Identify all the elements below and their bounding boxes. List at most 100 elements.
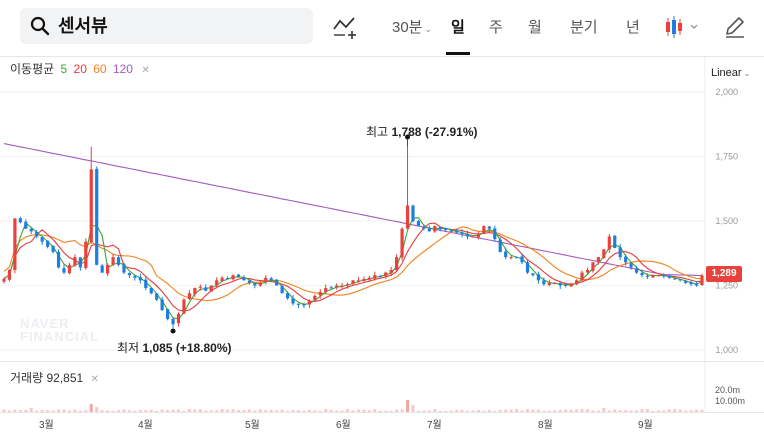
candle-body <box>144 279 148 289</box>
candle-body <box>160 299 164 311</box>
candle-body <box>116 257 121 265</box>
candle-body <box>662 275 666 277</box>
price-chart[interactable]: 2,000 1,750 1,500 1,250 1,000 <box>0 57 764 413</box>
candle-body <box>700 275 704 286</box>
candle-body <box>509 257 513 259</box>
low-value: 1,085 <box>142 341 173 355</box>
candle-body <box>46 240 50 247</box>
candle-body <box>106 264 110 274</box>
candle-body <box>547 282 551 286</box>
candle-body <box>204 287 208 291</box>
candle-body <box>231 275 235 280</box>
candle-body <box>253 283 257 286</box>
chart-grid <box>0 57 706 413</box>
month-label-jul: 7월 <box>427 420 442 431</box>
candle-body <box>444 228 448 231</box>
candle-body <box>351 280 355 284</box>
candle-body <box>215 280 219 286</box>
candle-body <box>127 273 132 276</box>
interval-label: 30분 <box>392 19 423 36</box>
candle-body <box>95 168 99 265</box>
candle-body <box>280 286 284 294</box>
volume-axis-label-20m: 20.0m <box>715 385 741 395</box>
candle-body <box>400 228 404 258</box>
candle-body <box>433 226 437 232</box>
candle-body <box>531 273 535 276</box>
candle-body <box>209 285 213 292</box>
tab-quarter[interactable]: 분기 <box>570 18 598 38</box>
candle-body <box>62 268 66 273</box>
candle-body <box>591 262 595 271</box>
month-label-aug: 8월 <box>538 420 553 431</box>
candle-body <box>389 270 393 274</box>
tab-day[interactable]: 일 <box>451 18 465 38</box>
candle-body <box>553 282 557 284</box>
candle-body <box>465 234 470 237</box>
indicator-add-icon[interactable] <box>333 14 359 40</box>
candle-body <box>111 257 115 265</box>
candle-body <box>242 277 246 281</box>
interval-dropdown[interactable]: 30분 ⌄ <box>392 18 432 39</box>
candle-body <box>155 293 159 300</box>
candle-body <box>302 304 306 306</box>
volume-bar <box>89 404 93 412</box>
high-value: 1,788 <box>391 125 422 139</box>
tab-month[interactable]: 월 <box>528 18 542 38</box>
candle-body <box>395 257 399 271</box>
price-axis: 2,000 1,750 1,500 1,250 1,000 <box>715 87 738 355</box>
naver-financial-watermark: NAVER FINANCIAL <box>20 317 99 343</box>
volume-bar <box>406 400 410 412</box>
search-icon[interactable] <box>30 16 50 36</box>
candle-body <box>471 236 475 238</box>
candle-body <box>165 309 170 320</box>
active-tab-underline <box>446 52 470 55</box>
candle-body <box>678 279 682 281</box>
chart-toolbar: 센서뷰 30분 ⌄ 일 주 월 분기 년 <box>0 0 764 56</box>
candle-body <box>634 268 639 273</box>
low-change: (+18.80%) <box>175 341 232 355</box>
tab-year[interactable]: 년 <box>626 18 640 38</box>
candle-body <box>373 275 377 279</box>
volume-legend[interactable]: 거래량 92,851 ✕ <box>10 369 99 386</box>
candle-body <box>640 273 644 276</box>
candle-body <box>694 283 699 286</box>
candle-body <box>67 264 72 274</box>
candle-body <box>536 274 541 281</box>
candle-body <box>313 295 317 301</box>
candle-body <box>269 278 273 281</box>
draw-pencil-icon[interactable] <box>722 14 748 40</box>
candle-body <box>656 275 660 277</box>
candle-body <box>318 291 322 296</box>
candle-body <box>51 245 55 252</box>
candle-body <box>176 313 181 324</box>
candle-body <box>84 241 88 268</box>
candle-body <box>651 275 655 278</box>
low-marker-dot <box>170 328 176 334</box>
candle-body <box>89 169 93 243</box>
candle-body <box>596 257 600 263</box>
candle-body <box>504 251 508 258</box>
candle-body <box>498 239 502 252</box>
candle-body <box>384 272 388 277</box>
candle-body <box>645 275 650 277</box>
candle-body <box>684 281 688 283</box>
stock-search-box[interactable]: 센서뷰 <box>20 8 313 44</box>
volume-legend-close-icon[interactable]: ✕ <box>91 374 99 385</box>
candle-body <box>487 226 491 229</box>
high-low-markers <box>170 134 411 334</box>
tab-week[interactable]: 주 <box>489 18 503 38</box>
candle-body <box>416 220 421 227</box>
candle-body <box>329 287 333 289</box>
chart-type-candle-icon[interactable] <box>664 14 702 40</box>
candle-body <box>514 256 519 258</box>
candle-body <box>35 232 39 237</box>
candle-body <box>558 283 562 286</box>
candle-body <box>2 279 6 282</box>
candle-body <box>438 227 442 229</box>
candle-body <box>362 279 366 282</box>
candle-body <box>405 205 410 229</box>
candle-body <box>198 286 202 288</box>
candle-body <box>427 228 431 232</box>
candle-body <box>18 218 22 223</box>
candle-body <box>182 299 186 314</box>
